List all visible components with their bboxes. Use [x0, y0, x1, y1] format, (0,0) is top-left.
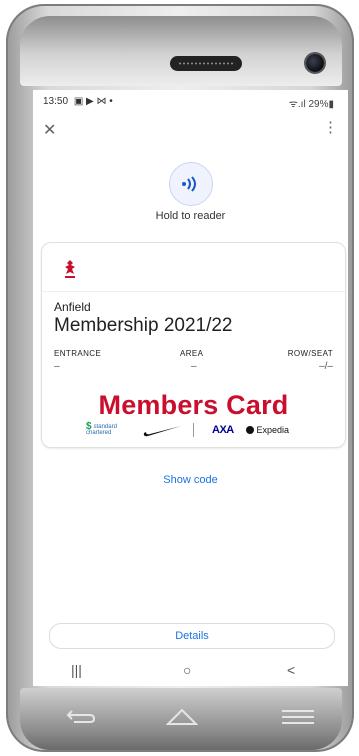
- android-nav-bar: ||| ○ <: [33, 656, 348, 686]
- axa-logo: AXA: [212, 424, 234, 436]
- sponsor-strip: $ standard chartered AXA Expedia: [86, 421, 316, 439]
- phone-top-bezel: [20, 16, 342, 86]
- sponsor-separator: [193, 423, 194, 437]
- liverbird-crest-icon: [62, 259, 78, 284]
- entrance-label: ENTRANCE: [54, 349, 102, 358]
- area-value: –: [191, 361, 197, 372]
- card-title: Membership 2021/22: [54, 315, 233, 336]
- show-code-link[interactable]: Show code: [33, 474, 348, 486]
- expedia-logo: Expedia: [246, 425, 289, 435]
- more-vert-icon[interactable]: ⋮: [323, 120, 338, 135]
- status-right: ᯤ.ıl 29%▮: [288, 99, 334, 110]
- front-camera: [306, 54, 324, 72]
- nfc-icon: [169, 162, 213, 206]
- area-label: AREA: [180, 349, 204, 358]
- hw-menu-icon: [282, 710, 314, 724]
- screen: 13:50 ▣ ▶ ⋈ • ᯤ.ıl 29%▮ ✕ ⋮ Hold to read…: [33, 90, 348, 686]
- hw-back-icon: [66, 710, 96, 723]
- recents-button[interactable]: |||: [71, 662, 82, 678]
- nike-swoosh-icon: [142, 424, 182, 443]
- phone-bottom-bezel: [20, 688, 342, 750]
- hold-to-reader-label: Hold to reader: [155, 210, 226, 222]
- back-button[interactable]: <: [287, 662, 295, 678]
- row-seat-value: –/–: [319, 361, 333, 372]
- row-seat-label: ROW/SEAT: [287, 349, 333, 358]
- venue-name: Anfield: [54, 300, 91, 314]
- home-button[interactable]: ○: [183, 662, 191, 678]
- phone-frame: 13:50 ▣ ▶ ⋈ • ᯤ.ıl 29%▮ ✕ ⋮ Hold to read…: [6, 4, 354, 752]
- members-card-banner: Members Card: [98, 390, 289, 420]
- close-icon[interactable]: ✕: [43, 120, 56, 140]
- details-button[interactable]: Details: [49, 623, 335, 649]
- membership-card[interactable]: Anfield Membership 2021/22 ENTRANCE – AR…: [41, 242, 346, 448]
- hw-home-icon: [166, 708, 198, 725]
- status-time: 13:50 ▣ ▶ ⋈ •: [43, 96, 113, 107]
- card-divider: [42, 291, 345, 292]
- speaker-grille: [170, 56, 242, 71]
- entrance-value: –: [54, 361, 60, 372]
- standard-chartered-logo: $ standard chartered: [86, 421, 117, 437]
